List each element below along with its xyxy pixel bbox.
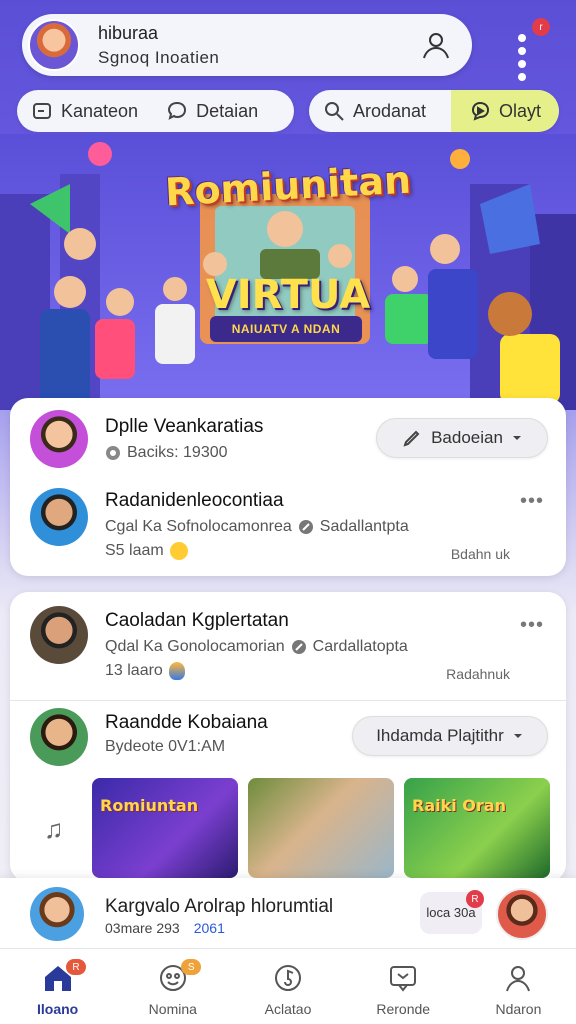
- badoeian-dropdown-button[interactable]: Badoeian: [376, 418, 548, 458]
- item-subtitle: Bydeote 0V1:AM: [105, 738, 226, 755]
- now-playing-meta: 03mare 293: [105, 920, 180, 936]
- nav-label: Aclatao: [264, 1001, 312, 1017]
- nav-item-community[interactable]: Nomina S: [115, 949, 230, 1024]
- chat-icon: [168, 101, 187, 120]
- search-icon: [325, 102, 344, 121]
- button-label: Ihdamda Plajtithr: [376, 726, 504, 745]
- avatar: [30, 606, 88, 664]
- notification-badge: r: [532, 18, 550, 36]
- banner-tagline: NAIUATV A NDAN: [210, 316, 362, 342]
- avatar[interactable]: [28, 19, 80, 71]
- nav-badge: R: [66, 959, 86, 975]
- music-note-icon: ♫: [44, 814, 64, 844]
- tab-label: Olayt: [498, 100, 541, 121]
- tab-olayt[interactable]: Olayt: [450, 90, 559, 132]
- profile-subtitle: Sgnoq Inoatien: [98, 47, 220, 67]
- thumbnail-strip: Romiuntan Raiki Oran: [92, 778, 550, 878]
- item-title: Dplle Veankaratias: [105, 416, 264, 437]
- thumbnail-3[interactable]: Raiki Oran: [404, 778, 550, 878]
- nav-label: Iloano: [36, 1001, 79, 1017]
- more-options-icon[interactable]: •••: [520, 614, 544, 637]
- thumbnail-1[interactable]: Romiuntan: [92, 778, 238, 878]
- nav-item-profile[interactable]: Ndaron: [461, 949, 576, 1024]
- edit-icon: [403, 430, 420, 447]
- play-chat-icon: [471, 101, 489, 121]
- thumbnail-label: Raiki Oran: [412, 796, 506, 815]
- link-icon: [298, 520, 313, 534]
- profile-name: hiburaa: [98, 22, 159, 43]
- nav-item-music[interactable]: Aclatao: [230, 949, 345, 1024]
- item-subtitle: Qdal Ka Gonolocamorian: [105, 638, 285, 655]
- nav-item-home[interactable]: Iloano R: [0, 949, 115, 1024]
- item-subtitle: Cgal Ka Sofnolocamonrea: [105, 518, 292, 535]
- hero-banner[interactable]: Romiunitan VIRTUA NAIUATV A NDAN: [0, 134, 576, 410]
- chip-badge: R: [466, 890, 484, 908]
- chevron-down-icon: [513, 734, 522, 738]
- chevron-down-icon: [512, 436, 521, 440]
- thumbnail-label: Romiuntan: [100, 796, 199, 815]
- avatar: [30, 887, 84, 941]
- feed-card-2: Caoladan Kgplertatan Qdal Ka Gonolocamor…: [10, 592, 566, 882]
- tab-arodanat[interactable]: Arodanat: [309, 90, 440, 132]
- now-playing-bar[interactable]: Kargvalo Arolrap hlorumtial 03mare 293 2…: [0, 878, 576, 948]
- button-label: Badoeian: [431, 428, 503, 447]
- item-meta: 13 laaro: [105, 662, 163, 679]
- music-icon: [275, 965, 301, 991]
- list-item[interactable]: Raandde Kobaiana Bydeote 0V1:AM Ihdamda …: [10, 708, 566, 774]
- divider: [10, 700, 566, 701]
- tab-label: Detaian: [196, 100, 259, 121]
- avatar[interactable]: [496, 888, 548, 940]
- thumbnail-2[interactable]: [248, 778, 394, 878]
- avatar: [30, 488, 88, 546]
- nav-item-messages[interactable]: Reronde: [346, 949, 461, 1024]
- nav-label: Nomina: [148, 1001, 197, 1017]
- avatar: [30, 708, 88, 766]
- profile-icon: [506, 966, 531, 992]
- count-icon: [106, 446, 120, 460]
- note-icon: [33, 103, 51, 119]
- feed-card-1: Dplle Veankaratias Baciks: 19300 Badoeia…: [10, 398, 566, 576]
- avatar: [30, 410, 88, 468]
- item-subtitle: Baciks: 19300: [127, 444, 228, 461]
- tab-detaian[interactable]: Detaian: [152, 90, 272, 132]
- tab-group-right: Arodanat Olayt: [309, 90, 559, 132]
- item-meta: S5 laam: [105, 542, 164, 559]
- list-item[interactable]: Dplle Veankaratias Baciks: 19300 Badoeia…: [10, 408, 566, 488]
- tab-group-left: Kanateon Detaian: [17, 90, 294, 132]
- tab-label: Arodanat: [353, 100, 427, 121]
- nav-label: Reronde: [376, 1001, 431, 1017]
- item-title: Radanidenleocontiaa: [105, 490, 284, 511]
- link-icon: [291, 640, 306, 654]
- user-icon[interactable]: [420, 29, 452, 61]
- list-item[interactable]: Caoladan Kgplertatan Qdal Ka Gonolocamor…: [10, 604, 566, 696]
- tab-kanateon[interactable]: Kanateon: [17, 90, 152, 132]
- playlist-dropdown-button[interactable]: Ihdamda Plajtithr: [352, 716, 548, 756]
- item-title: Caoladan Kgplertatan: [105, 610, 289, 631]
- nav-badge: S: [181, 959, 202, 975]
- nav-label: Ndaron: [495, 1001, 542, 1017]
- emoji-icon: [169, 542, 188, 560]
- now-playing-title: Kargvalo Arolrap hlorumtial: [105, 896, 334, 917]
- profile-pill[interactable]: hiburaa Sgnoq Inoatien: [22, 14, 472, 76]
- item-side-label: Radahnuk: [446, 666, 510, 682]
- item-side-label: Bdahn uk: [450, 546, 510, 562]
- chat-square-icon: [390, 966, 417, 992]
- tab-label: Kanateon: [61, 100, 139, 121]
- item-subtitle-b: Cardallatopta: [312, 638, 408, 655]
- list-item[interactable]: Radanidenleocontiaa Cgal Ka Sofnolocamon…: [10, 486, 566, 576]
- bottom-nav: Iloano R Nomina S Aclatao Reronde Ndaron: [0, 948, 576, 1024]
- item-subtitle-b: Sadallantpta: [319, 518, 409, 535]
- banner-subtitle: VIRTUA: [205, 272, 371, 318]
- item-title: Raandde Kobaiana: [105, 712, 268, 733]
- more-options-icon[interactable]: •••: [520, 490, 544, 513]
- now-playing-meta-accent: 2061: [193, 920, 225, 936]
- flame-icon: [168, 662, 185, 680]
